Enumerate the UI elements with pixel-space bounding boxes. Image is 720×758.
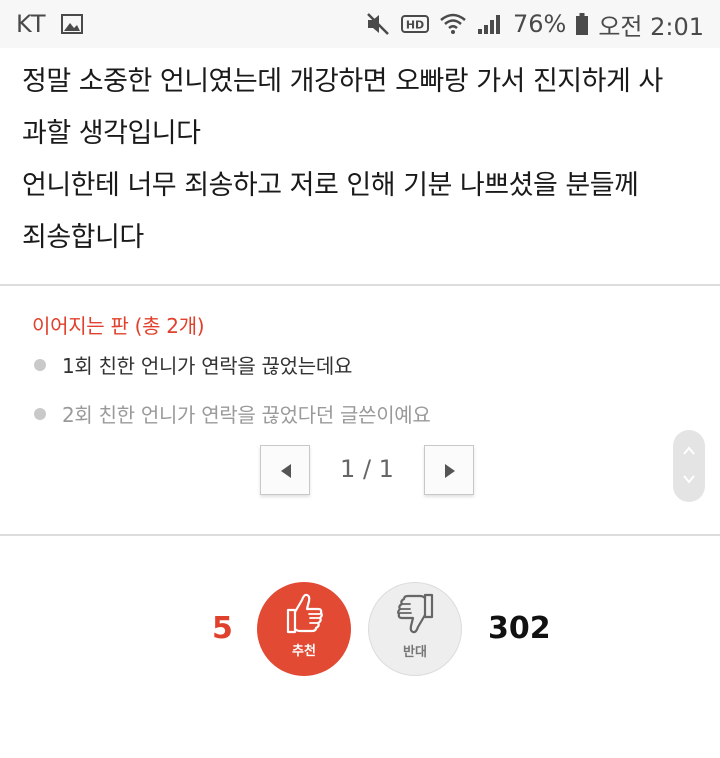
wifi-icon bbox=[440, 13, 466, 34]
downvote-label: 반대 bbox=[403, 645, 427, 660]
hd-icon: HD bbox=[400, 15, 429, 33]
status-bar: KT HD 76% 오전 2:01 bbox=[0, 0, 720, 48]
series-item[interactable]: 1회 친한 언니가 연락을 끊었는데요 bbox=[32, 350, 352, 379]
upvote-button[interactable]: 추천 bbox=[257, 582, 351, 676]
prev-page-button[interactable] bbox=[260, 445, 310, 495]
battery-percent: 76% bbox=[512, 10, 567, 38]
article-body: 정말 소중한 언니였는데 개강하면 오빠랑 가서 진지하게 사 과할 생각입니다… bbox=[22, 56, 712, 264]
thumbs-up-icon bbox=[286, 593, 323, 634]
next-page-button[interactable] bbox=[424, 445, 474, 495]
mute-icon bbox=[367, 13, 389, 35]
series-item-label: 2회 친한 언니가 연락을 끊었다던 글쓴이예요 bbox=[62, 403, 431, 427]
clock: 오전 2:01 bbox=[598, 12, 704, 41]
svg-text:HD: HD bbox=[406, 19, 424, 32]
signal-icon bbox=[477, 15, 500, 34]
series-section: 이어지는 판 (총 2개) 1회 친한 언니가 연락을 끊었는데요 2회 친한 … bbox=[32, 310, 672, 427]
upvote-count: 5 bbox=[212, 611, 233, 646]
gallery-icon bbox=[60, 14, 83, 34]
caret-left-icon bbox=[281, 464, 291, 478]
series-title: 이어지는 판 (총 2개) bbox=[32, 314, 205, 338]
bullet-icon bbox=[34, 358, 46, 371]
article-line: 죄송합니다 bbox=[22, 222, 144, 253]
battery-icon bbox=[576, 13, 589, 35]
chevron-down-icon[interactable] bbox=[682, 472, 696, 486]
pagination: 1 / 1 bbox=[260, 445, 474, 495]
article-line: 언니한테 너무 죄송하고 저로 인해 기분 나쁘셨을 분들께 bbox=[22, 170, 639, 201]
bullet-icon bbox=[34, 407, 46, 420]
downvote-button[interactable]: 반대 bbox=[368, 582, 462, 676]
chevron-up-icon[interactable] bbox=[682, 444, 696, 458]
upvote-label: 추천 bbox=[292, 644, 316, 659]
article-line: 정말 소중한 언니였는데 개강하면 오빠랑 가서 진지하게 사 bbox=[22, 66, 663, 97]
series-item[interactable]: 2회 친한 언니가 연락을 끊었다던 글쓴이예요 bbox=[32, 399, 431, 428]
scroll-control[interactable] bbox=[673, 430, 705, 502]
divider bbox=[0, 284, 720, 286]
downvote-count: 302 bbox=[488, 611, 551, 646]
divider bbox=[0, 534, 720, 536]
caret-right-icon bbox=[445, 464, 455, 478]
article-line: 과할 생각입니다 bbox=[22, 118, 201, 149]
series-item-label: 1회 친한 언니가 연락을 끊었는데요 bbox=[62, 354, 353, 378]
carrier-name: KT bbox=[16, 10, 47, 38]
thumbs-down-icon bbox=[397, 593, 434, 634]
page-indicator: 1 / 1 bbox=[340, 455, 394, 483]
